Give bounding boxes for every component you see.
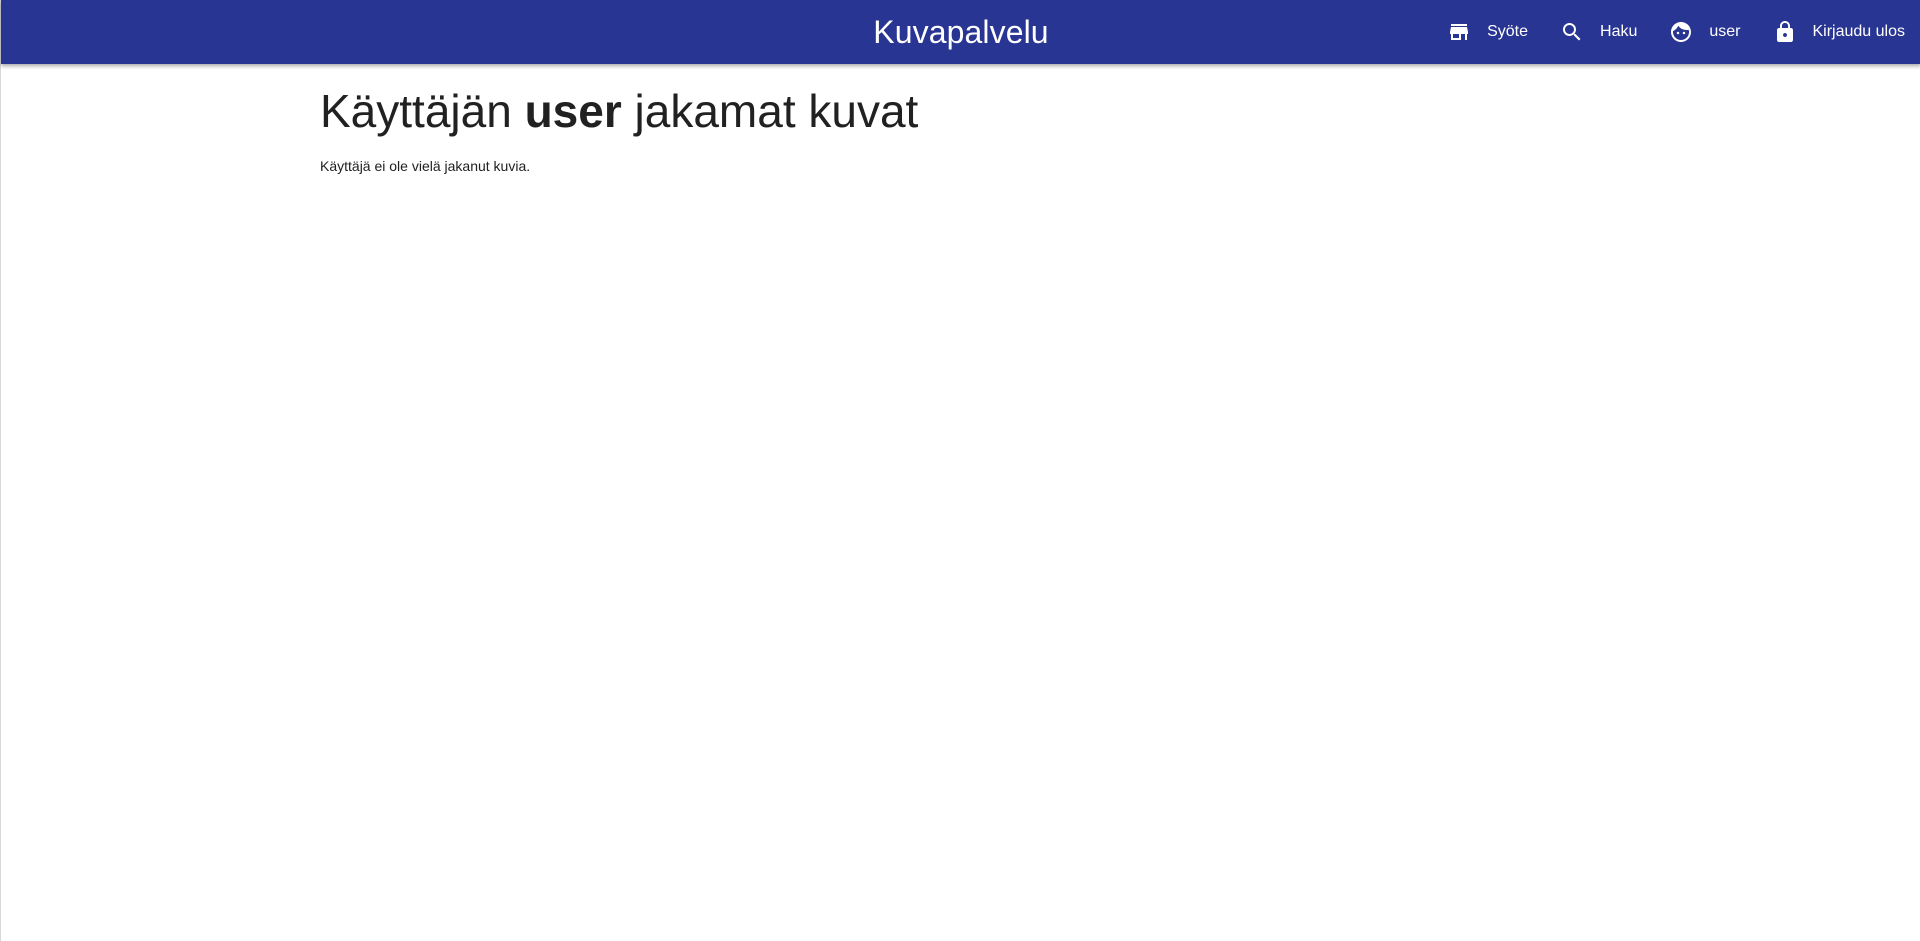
- face-icon: [1669, 20, 1693, 44]
- page-title-suffix: jakamat kuvat: [634, 85, 919, 137]
- lock-icon: [1773, 20, 1797, 44]
- empty-state-message: Käyttäjä ei ole vielä jakanut kuvia.: [320, 157, 531, 174]
- nav-search[interactable]: Haku: [1544, 0, 1653, 64]
- main-content: Käyttäjän user jakamat kuvat Käyttäjä ei…: [320, 64, 1600, 174]
- top-nav: Syöte Haku user Kirjaudu ulos: [1431, 0, 1920, 64]
- nav-profile[interactable]: user: [1653, 0, 1756, 64]
- nav-profile-label: user: [1709, 23, 1741, 40]
- store-icon: [1447, 20, 1471, 44]
- nav-logout[interactable]: Kirjaudu ulos: [1757, 0, 1920, 64]
- page-title: Käyttäjän user jakamat kuvat: [320, 85, 1600, 138]
- nav-feed-label: Syöte: [1487, 23, 1529, 40]
- search-icon: [1560, 20, 1584, 44]
- page-title-prefix: Käyttäjän: [320, 85, 512, 137]
- nav-logout-label: Kirjaudu ulos: [1812, 23, 1906, 40]
- page-title-username: user: [524, 85, 622, 137]
- app-bar: Kuvapalvelu Syöte Haku user Kirjaudu ulo…: [1, 0, 1920, 64]
- nav-feed[interactable]: Syöte: [1431, 0, 1544, 64]
- nav-search-label: Haku: [1600, 23, 1638, 40]
